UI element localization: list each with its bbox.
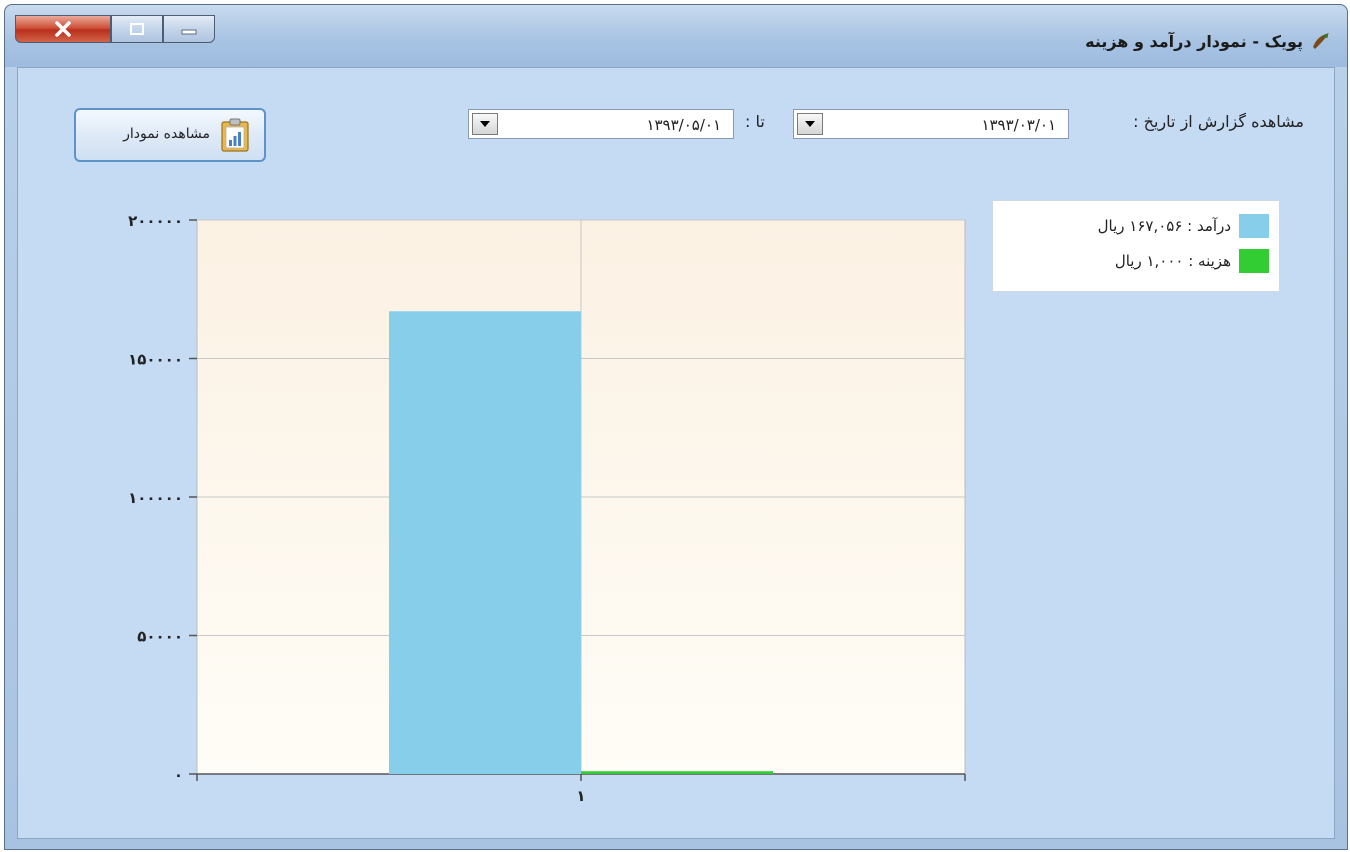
maximize-icon	[130, 23, 144, 35]
income-expense-chart: ۰ ۵۰۰۰۰ ۱۰۰۰۰۰ ۱۵۰۰۰۰ ۲۰۰۰۰۰ ۱	[128, 212, 966, 805]
main-panel: مشاهده گزارش از تاریخ : ۱۳۹۳/۰۳/۰۱ تا : …	[17, 67, 1335, 839]
minimize-icon	[181, 29, 197, 35]
x-tick-label: ۱	[576, 787, 585, 805]
close-button[interactable]	[15, 15, 111, 43]
title-bar[interactable]: پویک - نمودار درآمد و هزینه	[5, 5, 1347, 67]
close-icon	[55, 21, 71, 37]
y-tick-label: ۱۰۰۰۰۰	[128, 489, 183, 507]
y-tick-label: ۰	[174, 766, 183, 784]
bar-income	[389, 311, 581, 774]
y-tick-label: ۲۰۰۰۰۰	[128, 212, 183, 230]
app-window: پویک - نمودار درآمد و هزینه مشاهده گزارش…	[4, 4, 1348, 850]
app-logo-icon	[1313, 33, 1329, 49]
window-title: پویک - نمودار درآمد و هزینه	[1085, 32, 1303, 51]
y-tick-label: ۵۰۰۰۰	[137, 628, 183, 646]
caption-buttons	[15, 15, 215, 45]
minimize-button[interactable]	[163, 15, 215, 43]
bar-expense	[581, 771, 773, 774]
y-tick-label: ۱۵۰۰۰۰	[128, 351, 183, 369]
maximize-button[interactable]	[111, 15, 163, 43]
